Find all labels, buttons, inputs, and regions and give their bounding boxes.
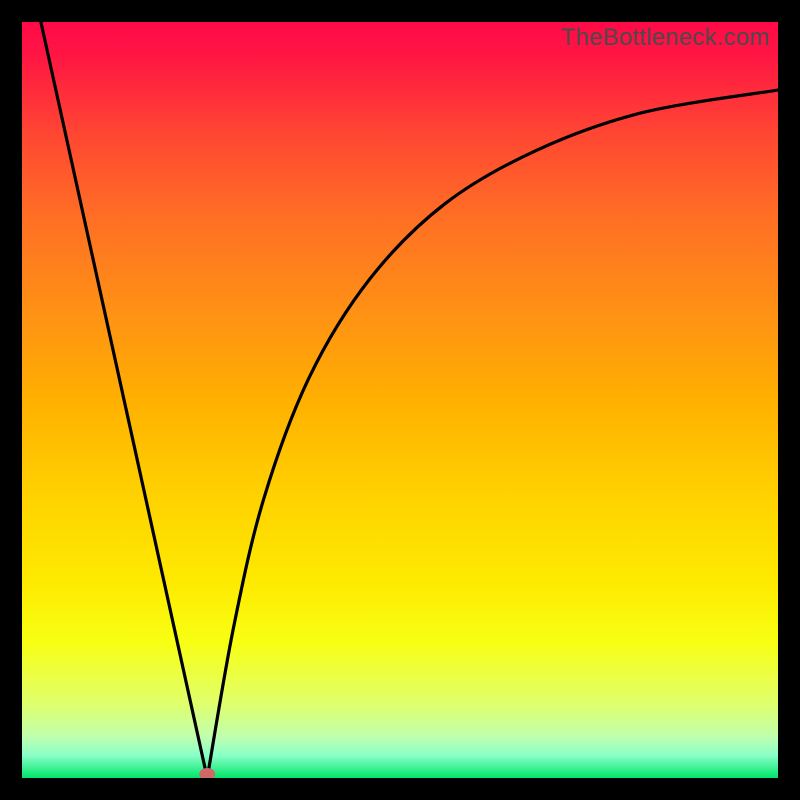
optimal-point-marker <box>199 768 215 780</box>
chart-frame: TheBottleneck.com <box>0 0 800 800</box>
bottleneck-curve <box>41 22 778 778</box>
bottleneck-curve-chart <box>22 22 778 778</box>
